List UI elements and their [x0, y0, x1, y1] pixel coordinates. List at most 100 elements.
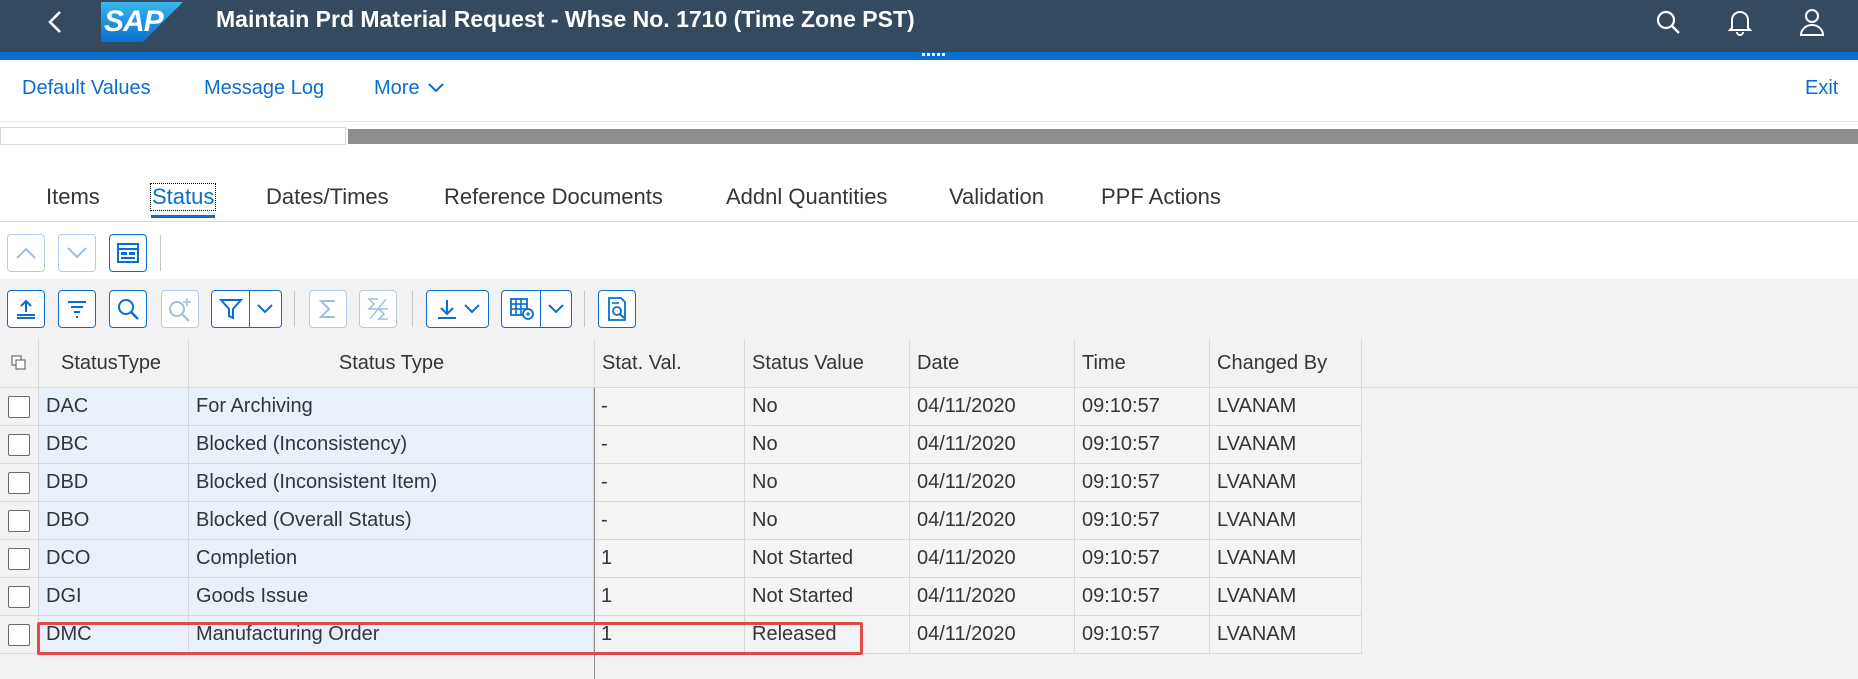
table-row[interactable]: DGI Goods Issue 1 Not Started 04/11/2020 09:1…	[0, 578, 1362, 616]
tab-dates-times[interactable]: Dates/Times	[266, 184, 389, 210]
cell-status-value[interactable]: No	[745, 388, 910, 426]
table-row[interactable]: DCO Completion 1 Not Started 04/11/2020 09:10…	[0, 540, 1362, 578]
row-select-checkbox[interactable]	[0, 464, 39, 502]
search-plus-icon	[169, 298, 191, 322]
cell-status-value[interactable]: No	[745, 426, 910, 464]
find-button[interactable]	[109, 290, 147, 328]
cell-stat-val[interactable]: -	[594, 388, 745, 426]
cell-date[interactable]: 04/11/2020	[910, 388, 1075, 426]
more-button[interactable]: More	[374, 77, 445, 100]
select-all-column[interactable]	[0, 339, 39, 388]
cell-status-value[interactable]: Not Started	[745, 578, 910, 616]
cell-status-type[interactable]: For Archiving	[189, 388, 594, 426]
sort-ascending-icon	[17, 299, 35, 319]
row-select-checkbox[interactable]	[0, 578, 39, 616]
scroll-up-button[interactable]	[7, 234, 45, 272]
cell-status-code[interactable]: DBD	[39, 464, 189, 502]
layout-settings-button[interactable]	[501, 290, 572, 328]
bell-icon[interactable]	[1724, 6, 1756, 38]
column-header-stat-val[interactable]: Stat. Val.	[595, 339, 745, 388]
sap-logo[interactable]: SAP	[101, 2, 183, 42]
tab-items[interactable]: Items	[46, 184, 100, 210]
message-log-button[interactable]: Message Log	[204, 77, 324, 100]
exit-button[interactable]: Exit	[1805, 77, 1838, 100]
user-icon[interactable]	[1796, 6, 1828, 38]
cell-changed-by[interactable]: LVANAM	[1210, 578, 1362, 616]
table-row[interactable]: DAC For Archiving - No 04/11/2020 09:10:57 LVA…	[0, 388, 1362, 426]
cell-status-code[interactable]: DGI	[39, 578, 189, 616]
row-select-checkbox[interactable]	[0, 616, 39, 654]
filter-button[interactable]	[211, 290, 282, 328]
cell-status-code[interactable]: DAC	[39, 388, 189, 426]
tab-validation[interactable]: Validation	[949, 184, 1044, 210]
cell-status-value[interactable]: No	[745, 464, 910, 502]
cell-status-value[interactable]: No	[745, 502, 910, 540]
tab-reference-documents[interactable]: Reference Documents	[444, 184, 663, 210]
cell-changed-by[interactable]: LVANAM	[1210, 540, 1362, 578]
cell-status-type[interactable]: Blocked (Overall Status)	[189, 502, 594, 540]
cell-stat-val[interactable]: -	[594, 464, 745, 502]
table-row[interactable]: DBC Blocked (Inconsistency) - No 04/11/2020 0…	[0, 426, 1362, 464]
cell-status-code[interactable]: DBC	[39, 426, 189, 464]
cell-date[interactable]: 04/11/2020	[910, 540, 1075, 578]
cell-stat-val[interactable]: 1	[594, 540, 745, 578]
row-select-checkbox[interactable]	[0, 426, 39, 464]
cell-time[interactable]: 09:10:57	[1075, 464, 1210, 502]
tab-status[interactable]: Status	[149, 183, 217, 218]
cell-stat-val[interactable]: -	[594, 502, 745, 540]
cell-changed-by[interactable]: LVANAM	[1210, 502, 1362, 540]
cell-time[interactable]: 09:10:57	[1075, 616, 1210, 654]
layout-button[interactable]	[109, 234, 147, 272]
cell-time[interactable]: 09:10:57	[1075, 578, 1210, 616]
column-header-time[interactable]: Time	[1075, 339, 1210, 388]
export-button[interactable]	[426, 290, 489, 328]
cell-date[interactable]: 04/11/2020	[910, 578, 1075, 616]
scroll-down-button[interactable]	[58, 234, 96, 272]
find-next-button[interactable]	[161, 290, 199, 328]
download-icon	[437, 300, 456, 319]
tab-ppf-actions[interactable]: PPF Actions	[1101, 184, 1221, 210]
column-header-statustype-code[interactable]: StatusType	[39, 339, 189, 388]
cell-changed-by[interactable]: LVANAM	[1210, 388, 1362, 426]
cell-status-type[interactable]: Blocked (Inconsistent Item)	[189, 464, 594, 502]
row-select-checkbox[interactable]	[0, 388, 39, 426]
sort-descending-button[interactable]	[58, 290, 96, 328]
details-button[interactable]	[598, 290, 636, 328]
cell-status-value[interactable]: Not Started	[745, 540, 910, 578]
cell-stat-val[interactable]: 1	[594, 578, 745, 616]
cell-status-type[interactable]: Completion	[189, 540, 594, 578]
cell-changed-by[interactable]: LVANAM	[1210, 464, 1362, 502]
cell-date[interactable]: 04/11/2020	[910, 464, 1075, 502]
cell-date[interactable]: 04/11/2020	[910, 502, 1075, 540]
back-icon[interactable]	[38, 4, 74, 40]
total-button[interactable]	[309, 290, 347, 328]
table-row[interactable]: DBO Blocked (Overall Status) - No 04/11/2020…	[0, 502, 1362, 540]
cell-time[interactable]: 09:10:57	[1075, 388, 1210, 426]
cell-status-type[interactable]: Goods Issue	[189, 578, 594, 616]
row-select-checkbox[interactable]	[0, 502, 39, 540]
column-header-changed-by[interactable]: Changed By	[1210, 339, 1362, 388]
cell-date[interactable]: 04/11/2020	[910, 426, 1075, 464]
cell-stat-val[interactable]: -	[594, 426, 745, 464]
tab-addnl-quantities[interactable]: Addnl Quantities	[726, 184, 887, 210]
cell-time[interactable]: 09:10:57	[1075, 540, 1210, 578]
column-header-date[interactable]: Date	[910, 339, 1075, 388]
resize-grip[interactable]	[922, 53, 946, 57]
cell-time[interactable]: 09:10:57	[1075, 502, 1210, 540]
column-header-status-type[interactable]: Status Type	[189, 339, 595, 388]
cell-changed-by[interactable]: LVANAM	[1210, 616, 1362, 654]
column-header-status-value[interactable]: Status Value	[745, 339, 910, 388]
default-values-button[interactable]: Default Values	[22, 77, 151, 100]
scrollbar-thumb[interactable]	[348, 129, 1858, 144]
cell-time[interactable]: 09:10:57	[1075, 426, 1210, 464]
sort-ascending-button[interactable]	[7, 290, 45, 328]
cell-date[interactable]: 04/11/2020	[910, 616, 1075, 654]
row-select-checkbox[interactable]	[0, 540, 39, 578]
table-row[interactable]: DBD Blocked (Inconsistent Item) - No 04/11/2…	[0, 464, 1362, 502]
cell-status-type[interactable]: Blocked (Inconsistency)	[189, 426, 594, 464]
subtotal-button[interactable]	[359, 290, 397, 328]
cell-status-code[interactable]: DCO	[39, 540, 189, 578]
cell-status-code[interactable]: DBO	[39, 502, 189, 540]
cell-changed-by[interactable]: LVANAM	[1210, 426, 1362, 464]
search-icon[interactable]	[1652, 6, 1684, 38]
